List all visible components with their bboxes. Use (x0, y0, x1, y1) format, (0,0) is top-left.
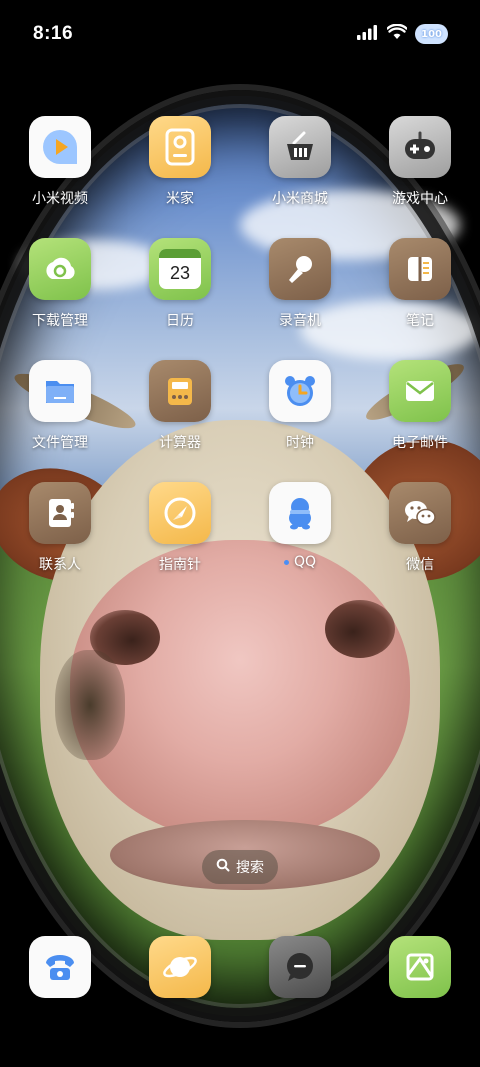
status-time: 8:16 (33, 23, 74, 44)
new-install-dot (283, 559, 289, 565)
mail-icon (389, 360, 451, 422)
app-label: 指南针 (159, 557, 201, 573)
app-label: QQ (283, 554, 317, 570)
browser-planet-icon (149, 936, 211, 998)
play-icon (29, 116, 91, 178)
app-label: 录音机 (279, 313, 321, 329)
contacts-icon (29, 482, 91, 544)
app-mi-store[interactable]: 小米商城 (240, 116, 360, 238)
app-label: 米家 (166, 191, 194, 207)
app-notes[interactable]: 笔记 (360, 238, 480, 360)
battery-indicator: 100 (415, 24, 448, 44)
gamepad-icon (389, 116, 451, 178)
signal-icon (357, 24, 379, 44)
app-recorder[interactable]: 录音机 (240, 238, 360, 360)
status-icons: 100 (357, 23, 448, 44)
alarm-clock-icon (269, 360, 331, 422)
app-label: 小米视频 (32, 191, 88, 207)
app-qq[interactable]: QQ (240, 482, 360, 604)
mijia-icon (149, 116, 211, 178)
wechat-icon (389, 482, 451, 544)
home-app-grid: 小米视频 米家 小米商城 游戏中心 下载管理 23 日历 录音机 笔记 文件管理… (0, 116, 480, 604)
app-mi-video[interactable]: 小米视频 (0, 116, 120, 238)
app-label: 笔记 (406, 313, 434, 329)
search-label: 搜索 (236, 860, 264, 876)
app-file-manager[interactable]: 文件管理 (0, 360, 120, 482)
download-icon (29, 238, 91, 300)
calendar-page: 23 (159, 249, 201, 289)
dock-phone[interactable] (0, 936, 120, 998)
calendar-header (159, 249, 201, 258)
app-contacts[interactable]: 联系人 (0, 482, 120, 604)
app-row: 文件管理 计算器 时钟 电子邮件 (0, 360, 480, 482)
dock-browser[interactable] (120, 936, 240, 998)
app-downloads[interactable]: 下载管理 (0, 238, 120, 360)
search-icon (216, 858, 230, 876)
calculator-icon (149, 360, 211, 422)
status-bar: 8:16 100 (0, 0, 480, 68)
dock-messages[interactable] (240, 936, 360, 998)
folder-icon (29, 360, 91, 422)
app-wechat[interactable]: 微信 (360, 482, 480, 604)
microphone-icon (269, 238, 331, 300)
app-mijia[interactable]: 米家 (120, 116, 240, 238)
app-label: 微信 (406, 557, 434, 573)
app-label: 联系人 (39, 557, 81, 573)
notes-icon (389, 238, 451, 300)
app-label: 时钟 (286, 435, 314, 451)
home-search-button[interactable]: 搜索 (202, 850, 278, 884)
dock-gallery[interactable] (360, 936, 480, 998)
app-row: 联系人 指南针 QQ 微信 (0, 482, 480, 604)
messages-icon (269, 936, 331, 998)
calendar-day: 23 (169, 263, 191, 283)
gallery-icon (389, 936, 451, 998)
compass-icon (149, 482, 211, 544)
app-game-center[interactable]: 游戏中心 (360, 116, 480, 238)
app-row: 下载管理 23 日历 录音机 笔记 (0, 238, 480, 360)
calendar-icon: 23 (149, 238, 211, 300)
app-email[interactable]: 电子邮件 (360, 360, 480, 482)
wifi-icon (386, 23, 408, 44)
app-calculator[interactable]: 计算器 (120, 360, 240, 482)
app-label: 电子邮件 (392, 435, 448, 451)
app-label: 小米商城 (272, 191, 328, 207)
app-clock[interactable]: 时钟 (240, 360, 360, 482)
app-label: 文件管理 (32, 435, 88, 451)
app-label-text: QQ (293, 554, 317, 570)
phone-icon (29, 936, 91, 998)
app-calendar[interactable]: 23 日历 (120, 238, 240, 360)
battery-level: 100 (421, 28, 442, 40)
app-compass[interactable]: 指南针 (120, 482, 240, 604)
shopping-basket-icon (269, 116, 331, 178)
app-label: 计算器 (159, 435, 201, 451)
app-label: 游戏中心 (392, 191, 448, 207)
dock (0, 936, 480, 998)
app-label: 日历 (166, 313, 194, 329)
app-row: 小米视频 米家 小米商城 游戏中心 (0, 116, 480, 238)
app-label: 下载管理 (32, 313, 88, 329)
qq-penguin-icon (269, 482, 331, 544)
